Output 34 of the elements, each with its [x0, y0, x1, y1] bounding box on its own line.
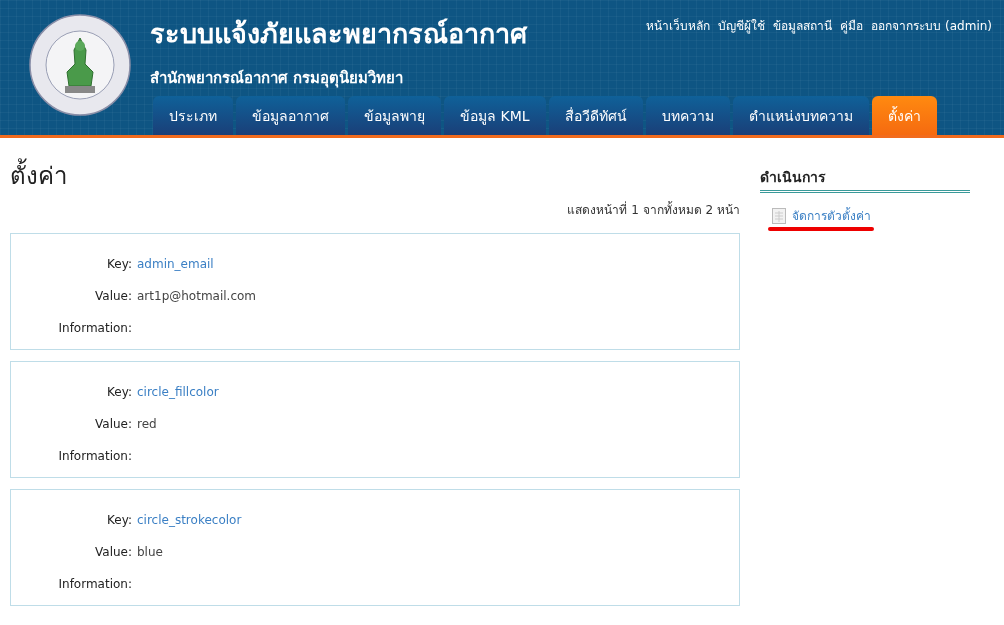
key-link[interactable]: admin_email [137, 257, 214, 271]
field-label: Value: [94, 545, 132, 559]
top-nav-link[interactable]: คู่มือ [840, 16, 864, 32]
pager-text: แสดงหน้าที่ 1 จากทั้งหมด 2 หน้า [566, 200, 740, 219]
sidebar-heading: ดำเนินการ [760, 166, 970, 193]
field-value: blue [137, 545, 163, 559]
field-label: Value: [94, 417, 132, 431]
nav-tab[interactable]: ประเภท [153, 96, 233, 135]
site-title: ระบบแจ้งภัยและพยากรณ์อากาศ [150, 17, 527, 51]
key-link[interactable]: circle_fillcolor [137, 385, 219, 399]
field-label: Value: [94, 289, 132, 303]
nav-tab[interactable]: ข้อมูล KML [444, 96, 546, 135]
top-nav-link[interactable]: ข้อมูลสถานี [773, 16, 833, 32]
top-nav-link[interactable]: หน้าเว็บหลัก [646, 16, 711, 32]
field-label: Key: [106, 513, 132, 527]
site-subtitle: สำนักพยากรณ์อากาศ กรมอุตุนิยมวิทยา [150, 68, 405, 90]
top-nav-link[interactable]: ออกจากระบบ (admin) [871, 16, 992, 32]
field-label: Information: [57, 449, 132, 463]
field-label: Key: [106, 385, 132, 399]
nav-tab[interactable]: ตำแหน่งบทความ [732, 96, 869, 135]
nav-tab[interactable]: สื่อวีดีทัศน์ [548, 96, 643, 135]
field-label: Information: [57, 321, 132, 335]
sidebar-link[interactable]: จัดการตัวตั้งค่า [792, 206, 871, 225]
field-label: Key: [106, 257, 132, 271]
nav-tab[interactable]: ข้อมูลพายุ [348, 96, 441, 135]
nav-tab[interactable]: บทความ [645, 96, 730, 135]
top-nav-link[interactable]: บัญชีผู้ใช้ [718, 16, 766, 32]
field-value: art1p@hotmail.com [137, 289, 257, 303]
key-link[interactable]: circle_strokecolor [137, 513, 242, 527]
page-title: ตั้งค่า [10, 156, 740, 190]
field-value: red [137, 417, 157, 431]
nav-tab[interactable]: ข้อมูลอากาศ [236, 96, 345, 135]
document-icon [772, 207, 786, 224]
field-label: Information: [57, 577, 132, 591]
